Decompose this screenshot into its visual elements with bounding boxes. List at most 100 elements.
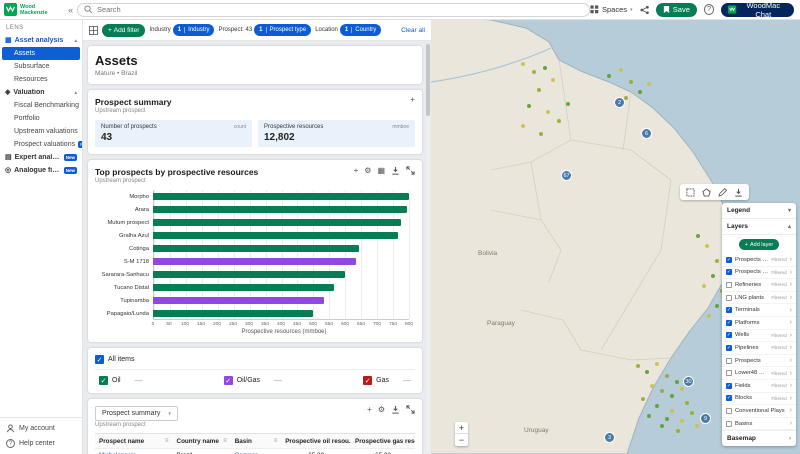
layer-prospects-c[interactable]: ✓Prospects (C...Filtered› xyxy=(722,254,796,267)
layer-basins[interactable]: Basins› xyxy=(722,418,796,431)
layer-checkbox[interactable] xyxy=(726,408,732,414)
add-to-workspace-icon[interactable]: + xyxy=(410,96,415,104)
layer-refineries[interactable]: RefineriesFiltered› xyxy=(722,279,796,292)
legend-item-oil-gas[interactable]: ✓Oil/Gas— xyxy=(224,376,282,385)
add-layer-button[interactable]: + Add layer xyxy=(739,239,779,250)
sidebar-item-subsurface[interactable]: Subsurface xyxy=(0,60,82,73)
share-icon[interactable] xyxy=(640,5,649,15)
help-info-icon[interactable]: ? xyxy=(704,4,714,15)
table-row[interactable]: MichelangeloBrazilCampos65.0065.00 xyxy=(95,449,415,454)
content-scrollbar[interactable] xyxy=(426,44,430,452)
layer-prospects[interactable]: Prospects› xyxy=(722,355,796,368)
sidebar-group-asset-analysis[interactable]: ▦Asset analysis▴ xyxy=(0,34,82,47)
download-icon[interactable] xyxy=(391,405,400,414)
settings-gear-icon[interactable]: ⚙ xyxy=(378,406,385,414)
layer-pipelines[interactable]: ✓PipelinesFiltered› xyxy=(722,342,796,355)
views-grid-icon[interactable] xyxy=(89,26,98,35)
zoom-out-button[interactable]: − xyxy=(455,434,468,446)
layer-checkbox[interactable]: ✓ xyxy=(726,320,732,326)
sidebar-group-expert-analysis[interactable]: ▤Expert analysisNew xyxy=(0,151,82,164)
cluster-marker[interactable]: 2 xyxy=(614,97,625,108)
polygon-icon[interactable] xyxy=(702,188,711,197)
all-items-checkbox[interactable]: ✓ All items xyxy=(95,355,415,370)
legend-checkbox[interactable]: ✓ xyxy=(99,376,108,385)
layer-lower48-plays[interactable]: Lower48 PlaysFiltered› xyxy=(722,367,796,380)
cluster-marker[interactable]: 6 xyxy=(641,128,652,139)
layer-platforms[interactable]: ✓Platforms› xyxy=(722,317,796,330)
sidebar-item-fiscal-benchmarking[interactable]: Fiscal Benchmarking xyxy=(0,99,82,112)
column-header-prospect-name[interactable]: Prospect name≡ xyxy=(95,438,173,445)
search-bar[interactable] xyxy=(77,3,590,17)
layer-checkbox[interactable]: ✓ xyxy=(726,332,732,338)
layer-wells[interactable]: ✓WellsFiltered› xyxy=(722,330,796,343)
layer-prospects-p[interactable]: ✓Prospects (P...Filtered› xyxy=(722,267,796,280)
cluster-marker[interactable]: 3 xyxy=(604,432,615,443)
woodmac-chat-button[interactable]: WoodMac Chat xyxy=(721,3,794,17)
sidebar-item-assets[interactable]: Assets xyxy=(2,47,80,60)
layer-terminals[interactable]: ✓Terminals› xyxy=(722,304,796,317)
layer-checkbox[interactable] xyxy=(726,370,732,376)
filter-chip-prospect-type[interactable]: 1Prospect type xyxy=(254,24,311,36)
layer-checkbox[interactable]: ✓ xyxy=(726,345,732,351)
legend-checkbox[interactable]: ✓ xyxy=(363,376,372,385)
expand-icon[interactable] xyxy=(406,166,415,175)
basemap-row[interactable]: Basemap › xyxy=(722,430,796,446)
column-header-prospective-gas-reso[interactable]: Prospective gas reso...≡ xyxy=(351,438,415,445)
expand-icon[interactable] xyxy=(406,405,415,414)
search-input[interactable] xyxy=(97,5,583,14)
cluster-marker[interactable]: 67 xyxy=(561,170,572,181)
column-header-country-name[interactable]: Country name≡ xyxy=(173,438,231,445)
layer-checkbox[interactable] xyxy=(726,282,732,288)
layer-checkbox[interactable] xyxy=(726,421,732,427)
filter-chip-country[interactable]: 1Country xyxy=(340,24,381,36)
my-account-button[interactable]: My account xyxy=(0,421,82,436)
table-type-select[interactable]: Prospect summary ▾ xyxy=(95,406,178,421)
sidebar-item-prospect-valuations[interactable]: Prospect valuationsNew xyxy=(0,138,82,151)
legend-checkbox[interactable]: ✓ xyxy=(224,376,233,385)
collapse-sidebar-icon[interactable]: « xyxy=(68,5,73,15)
layer-lng-plants[interactable]: LNG plantsFiltered› xyxy=(722,292,796,305)
download-icon[interactable] xyxy=(734,188,743,197)
layer-checkbox[interactable]: ✓ xyxy=(726,383,732,389)
sidebar-item-portfolio[interactable]: Portfolio xyxy=(0,112,82,125)
legend-item-oil[interactable]: ✓Oil— xyxy=(99,376,143,385)
layer-checkbox[interactable] xyxy=(726,295,732,301)
column-menu-icon[interactable]: ≡ xyxy=(223,438,227,444)
layer-checkbox[interactable]: ✓ xyxy=(726,257,732,263)
column-header-prospective-oil-resou[interactable]: Prospective oil resou...≡ xyxy=(281,438,351,445)
zoom-in-button[interactable]: + xyxy=(455,422,468,434)
add-filter-button[interactable]: + Add filter xyxy=(102,24,145,37)
layer-checkbox[interactable]: ✓ xyxy=(726,395,732,401)
save-button[interactable]: Save xyxy=(656,3,697,17)
help-center-button[interactable]: ? Help center xyxy=(0,436,82,451)
layer-checkbox[interactable] xyxy=(726,358,732,364)
layer-checkbox[interactable]: ✓ xyxy=(726,307,732,313)
map[interactable]: 26673093BoliviaParaguayUruguay Legend ▾ … xyxy=(431,20,800,454)
column-header-basin[interactable]: Basin≡ xyxy=(231,438,281,445)
cluster-marker[interactable]: 9 xyxy=(700,413,711,424)
download-icon[interactable] xyxy=(391,166,400,175)
cluster-marker[interactable]: 30 xyxy=(683,376,694,387)
layer-blocks[interactable]: ✓BlocksFiltered› xyxy=(722,393,796,406)
sidebar-group-analogue-finder[interactable]: ◎Analogue finderNew xyxy=(0,164,82,177)
sidebar-item-resources[interactable]: Resources xyxy=(0,73,82,86)
scrollbar-thumb[interactable] xyxy=(426,44,430,116)
layer-conventional-plays[interactable]: Conventional Plays› xyxy=(722,405,796,418)
woodmac-logo[interactable]: WoodMackenzie xyxy=(4,3,64,16)
layer-fields[interactable]: ✓FieldsFiltered› xyxy=(722,380,796,393)
settings-gear-icon[interactable]: ⚙ xyxy=(364,167,371,175)
add-icon[interactable]: + xyxy=(367,406,372,414)
legend-item-gas[interactable]: ✓Gas— xyxy=(363,376,411,385)
sidebar-group-valuation[interactable]: ◈Valuation▴ xyxy=(0,86,82,99)
layer-checkbox[interactable]: ✓ xyxy=(726,269,732,275)
layers-header[interactable]: Layers ▴ xyxy=(722,219,796,235)
column-menu-icon[interactable]: ≡ xyxy=(165,438,169,444)
column-menu-icon[interactable]: ≡ xyxy=(274,438,278,444)
filter-chip-industry[interactable]: 1Industry xyxy=(173,24,215,36)
measure-pencil-icon[interactable] xyxy=(718,188,727,197)
add-icon[interactable]: + xyxy=(354,167,359,175)
legend-header[interactable]: Legend ▾ xyxy=(722,203,796,219)
sidebar-item-upstream-valuations[interactable]: Upstream valuations xyxy=(0,125,82,138)
spaces-dropdown[interactable]: Spaces ▾ xyxy=(590,5,633,14)
select-box-icon[interactable] xyxy=(686,188,695,197)
